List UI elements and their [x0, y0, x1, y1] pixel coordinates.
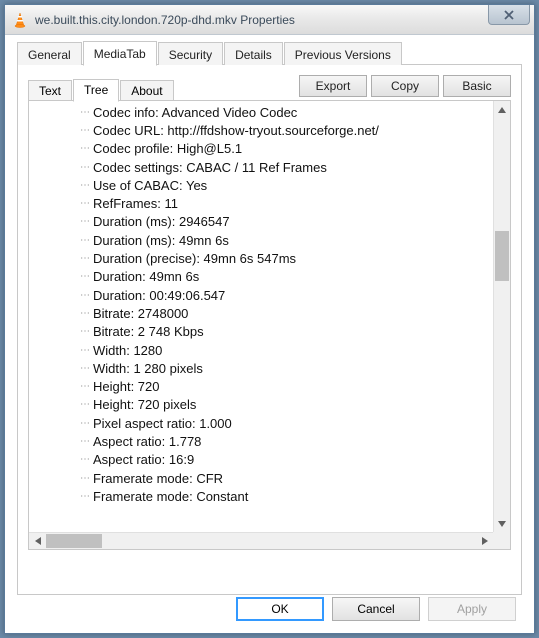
scroll-down-icon[interactable]	[494, 515, 510, 532]
tree-item[interactable]: ⋯Framerate mode: CFR	[69, 469, 493, 487]
tree-item[interactable]: ⋯Aspect ratio: 16:9	[69, 451, 493, 469]
tree-item[interactable]: ⋯Framerate mode: Constant	[69, 487, 493, 505]
subtab-about[interactable]: About	[120, 80, 173, 101]
tree-branch-icon: ⋯	[69, 381, 89, 392]
tree-item[interactable]: ⋯Duration (precise): 49mn 6s 547ms	[69, 249, 493, 267]
tree-scroll-area[interactable]: ⋯Codec info: Advanced Video Codec ⋯Codec…	[29, 101, 493, 532]
ok-button[interactable]: OK	[236, 597, 324, 621]
copy-button[interactable]: Copy	[371, 75, 439, 97]
tree-branch-icon: ⋯	[69, 491, 89, 502]
vertical-scroll-thumb[interactable]	[495, 231, 509, 281]
tree-item[interactable]: ⋯Height: 720	[69, 377, 493, 395]
content-area: General MediaTab Security Details Previo…	[5, 35, 534, 595]
tree-item[interactable]: ⋯Codec URL: http://ffdshow-tryout.source…	[69, 121, 493, 139]
apply-button: Apply	[428, 597, 516, 621]
horizontal-scroll-thumb[interactable]	[46, 534, 102, 548]
tree-branch-icon: ⋯	[69, 180, 89, 191]
scroll-corner	[493, 532, 510, 549]
tree-branch-icon: ⋯	[69, 363, 89, 374]
tree-branch-icon: ⋯	[69, 253, 89, 264]
tab-panel: Text Tree About Export Copy Basic ⋯Codec…	[17, 65, 522, 595]
tree-item[interactable]: ⋯Bitrate: 2 748 Kbps	[69, 323, 493, 341]
tree-view: ⋯Codec info: Advanced Video Codec ⋯Codec…	[28, 100, 511, 550]
tree-branch-icon: ⋯	[69, 308, 89, 319]
tab-general[interactable]: General	[17, 42, 82, 65]
tree-item[interactable]: ⋯Use of CABAC: Yes	[69, 176, 493, 194]
tree-item[interactable]: ⋯Width: 1280	[69, 341, 493, 359]
tree-branch-icon: ⋯	[69, 418, 89, 429]
tree-item[interactable]: ⋯Duration (ms): 49mn 6s	[69, 231, 493, 249]
tree-item[interactable]: ⋯Height: 720 pixels	[69, 396, 493, 414]
titlebar[interactable]: we.built.this.city.london.720p-dhd.mkv P…	[5, 5, 534, 35]
vertical-scrollbar[interactable]	[493, 101, 510, 532]
tree-branch-icon: ⋯	[69, 454, 89, 465]
tree-item[interactable]: ⋯RefFrames: 11	[69, 194, 493, 212]
action-buttons: Export Copy Basic	[299, 75, 511, 97]
tree-branch-icon: ⋯	[69, 162, 89, 173]
tab-details[interactable]: Details	[224, 42, 283, 65]
scroll-right-icon[interactable]	[476, 533, 493, 549]
tree-branch-icon: ⋯	[69, 198, 89, 209]
tree-item[interactable]: ⋯Codec profile: High@L5.1	[69, 140, 493, 158]
tree-branch-icon: ⋯	[69, 436, 89, 447]
sub-tabs: Text Tree About	[28, 79, 175, 101]
scroll-up-icon[interactable]	[494, 101, 510, 118]
tree-item[interactable]: ⋯Codec settings: CABAC / 11 Ref Frames	[69, 158, 493, 176]
tree-branch-icon: ⋯	[69, 143, 89, 154]
dialog-buttons: OK Cancel Apply	[236, 597, 516, 621]
tree-branch-icon: ⋯	[69, 399, 89, 410]
properties-window: we.built.this.city.london.720p-dhd.mkv P…	[4, 4, 535, 634]
tab-security[interactable]: Security	[158, 42, 223, 65]
basic-button[interactable]: Basic	[443, 75, 511, 97]
subtab-tree[interactable]: Tree	[73, 79, 119, 102]
export-button[interactable]: Export	[299, 75, 367, 97]
tree-item[interactable]: ⋯Bitrate: 2748000	[69, 304, 493, 322]
close-icon	[504, 10, 514, 20]
tree-item[interactable]: ⋯Width: 1 280 pixels	[69, 359, 493, 377]
tree-item[interactable]: ⋯Pixel aspect ratio: 1.000	[69, 414, 493, 432]
main-tabs: General MediaTab Security Details Previo…	[17, 41, 522, 65]
tree-branch-icon: ⋯	[69, 125, 89, 136]
tree-item[interactable]: ⋯Duration: 49mn 6s	[69, 268, 493, 286]
tab-mediatab[interactable]: MediaTab	[83, 41, 157, 66]
scroll-left-icon[interactable]	[29, 533, 46, 549]
subtab-text[interactable]: Text	[28, 80, 72, 101]
tab-previous-versions[interactable]: Previous Versions	[284, 42, 402, 65]
tree-branch-icon: ⋯	[69, 271, 89, 282]
horizontal-scrollbar[interactable]	[29, 532, 493, 549]
vlc-cone-icon	[11, 11, 29, 29]
tree-item[interactable]: ⋯Aspect ratio: 1.778	[69, 432, 493, 450]
tree-item[interactable]: ⋯Duration (ms): 2946547	[69, 213, 493, 231]
tree-branch-icon: ⋯	[69, 235, 89, 246]
tree-branch-icon: ⋯	[69, 326, 89, 337]
tree-branch-icon: ⋯	[69, 473, 89, 484]
cancel-button[interactable]: Cancel	[332, 597, 420, 621]
tree-item[interactable]: ⋯Codec info: Advanced Video Codec	[69, 103, 493, 121]
close-button[interactable]	[488, 5, 530, 25]
window-title: we.built.this.city.london.720p-dhd.mkv P…	[35, 13, 532, 27]
tree-branch-icon: ⋯	[69, 107, 89, 118]
tree-branch-icon: ⋯	[69, 290, 89, 301]
tree-branch-icon: ⋯	[69, 345, 89, 356]
tree-branch-icon: ⋯	[69, 216, 89, 227]
tree-item[interactable]: ⋯Duration: 00:49:06.547	[69, 286, 493, 304]
